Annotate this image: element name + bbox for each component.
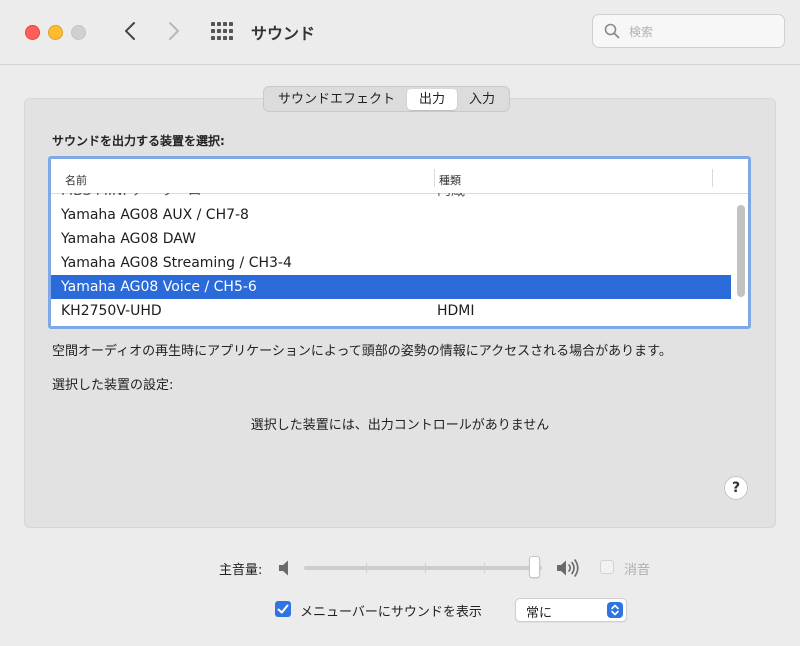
output-volume-label: 主音量: — [219, 563, 263, 578]
device-name: KH2750V-UHD — [61, 303, 162, 319]
search-input[interactable] — [627, 21, 776, 43]
popup-selected-value: 常に — [526, 606, 553, 621]
back-button[interactable] — [118, 18, 142, 44]
no-output-controls-message: 選択した装置には、出力コントロールがありません — [250, 418, 550, 433]
checkmark-icon — [277, 604, 289, 614]
device-list: MBS MINI-ア・リーロ 内蔵 Yamaha AG08 AUX / CH7-… — [51, 193, 731, 323]
popup-arrows-icon — [607, 602, 623, 618]
search-field[interactable] — [592, 14, 785, 48]
minimize-button[interactable] — [48, 25, 63, 40]
device-name: Yamaha AG08 AUX / CH7-8 — [61, 207, 249, 223]
mute-checkbox[interactable] — [600, 560, 614, 574]
slider-tick — [484, 563, 485, 573]
speaker-low-icon — [279, 560, 288, 576]
column-divider — [712, 169, 713, 187]
device-name: Yamaha AG08 Streaming / CH3-4 — [61, 255, 292, 271]
tab-output[interactable]: 出力 — [407, 88, 458, 110]
table-row[interactable]: KH2750V-UHD HDMI — [51, 299, 731, 323]
show-in-menubar-label: メニューバーにサウンドを表示 — [300, 605, 482, 620]
tab-sound-effects[interactable]: サウンドエフェクト — [266, 89, 407, 110]
column-header-name[interactable]: 名前 — [65, 172, 87, 188]
sound-preferences-window: サウンド サウンドエフェクト 出力 入力 サウンドを出力する装置を選択: 名前 … — [0, 0, 800, 646]
zoom-button[interactable] — [71, 25, 86, 40]
speaker-high-icon — [557, 559, 579, 577]
table-row[interactable]: Yamaha AG08 Streaming / CH3-4 — [51, 251, 731, 275]
table-row-selected[interactable]: Yamaha AG08 Voice / CH5-6 — [51, 275, 731, 299]
show-all-grid-icon[interactable] — [211, 22, 233, 40]
vertical-scrollbar[interactable] — [737, 205, 745, 297]
tab-input[interactable]: 入力 — [457, 89, 507, 110]
show-in-menubar-checkbox[interactable] — [275, 601, 291, 617]
column-header-kind[interactable]: 種類 — [439, 172, 461, 188]
slider-tick — [366, 563, 367, 573]
column-divider — [434, 169, 435, 187]
selected-device-settings-label: 選択した装置の設定: — [52, 378, 174, 393]
device-name: Yamaha AG08 Voice / CH5-6 — [61, 279, 257, 295]
device-name: Yamaha AG08 DAW — [61, 231, 196, 247]
mute-label: 消音 — [624, 563, 651, 578]
tab-bar: サウンドエフェクト 出力 入力 — [263, 86, 511, 112]
volume-slider-track[interactable] — [304, 566, 542, 570]
spatial-audio-note: 空間オーディオの再生時にアプリケーションによって頭部の姿勢の情報にアクセスされる… — [52, 344, 672, 359]
title-bar: サウンド — [0, 0, 800, 65]
output-device-table[interactable]: 名前 種類 MBS MINI-ア・リーロ 内蔵 Yamaha AG08 AUX … — [48, 156, 751, 329]
slider-tick — [425, 563, 426, 573]
help-button[interactable]: ? — [724, 476, 748, 500]
device-kind: HDMI — [437, 303, 475, 319]
device-name: MBS MINI-ア・リーロ — [61, 193, 202, 203]
table-row[interactable]: Yamaha AG08 AUX / CH7-8 — [51, 203, 731, 227]
chevron-right-icon — [169, 22, 179, 40]
table-row[interactable]: Yamaha AG08 DAW — [51, 227, 731, 251]
device-kind: 内蔵 — [437, 193, 465, 203]
search-icon — [604, 23, 620, 39]
window-title: サウンド — [251, 24, 316, 43]
forward-button[interactable] — [162, 18, 186, 44]
volume-slider-knob[interactable] — [529, 556, 541, 578]
table-header: 名前 種類 — [51, 159, 748, 194]
menubar-visibility-popup[interactable]: 常に — [515, 598, 627, 622]
chevron-left-icon — [125, 22, 135, 40]
device-select-heading: サウンドを出力する装置を選択: — [52, 134, 225, 148]
table-row[interactable]: MBS MINI-ア・リーロ 内蔵 — [51, 193, 731, 203]
close-button[interactable] — [25, 25, 40, 40]
